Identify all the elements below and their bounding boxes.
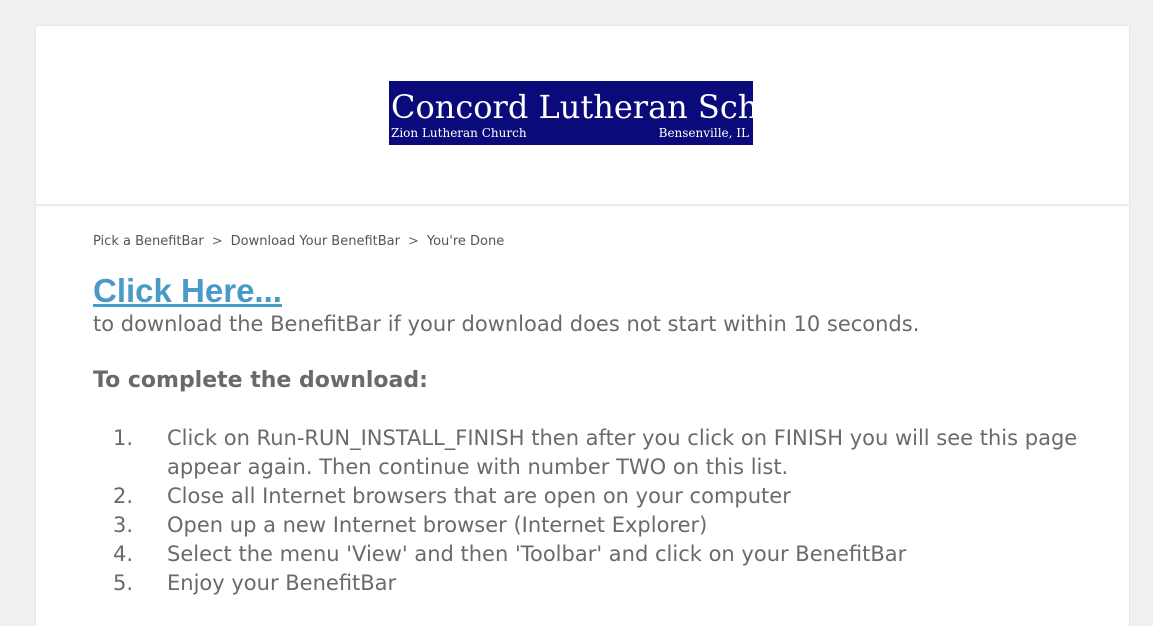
list-item: 2. Close all Internet browsers that are o… bbox=[93, 482, 1097, 511]
breadcrumb-step-pick: Pick a BenefitBar bbox=[93, 234, 204, 249]
step-number: 1. bbox=[113, 426, 134, 450]
logo-title: Concord Lutheran School bbox=[391, 88, 753, 126]
step-text: Select the menu 'View' and then 'Toolbar… bbox=[167, 542, 907, 566]
list-item: 1. Click on Run-RUN_INSTALL_FINISH then a… bbox=[93, 424, 1097, 482]
step-number: 4. bbox=[113, 542, 134, 566]
list-item: 5. Enjoy your BenefitBar bbox=[93, 569, 1097, 598]
logo-subtitle-right: Bensenville, IL bbox=[658, 126, 749, 140]
header: Concord Lutheran School Zion Lutheran Ch… bbox=[36, 26, 1129, 206]
content: Pick a BenefitBar > Download Your BenefitB… bbox=[93, 232, 1109, 598]
step-text: Close all Internet browsers that are ope… bbox=[167, 484, 791, 508]
breadcrumb-step-download: Download Your BenefitBar bbox=[230, 234, 400, 249]
logo-subtitle-left: Zion Lutheran Church bbox=[391, 126, 527, 140]
breadcrumb-separator: > bbox=[211, 234, 223, 249]
main-card: Concord Lutheran School Zion Lutheran Ch… bbox=[36, 26, 1129, 626]
step-text: Click on Run-RUN_INSTALL_FINISH then aft… bbox=[167, 426, 1078, 479]
instructions-title: To complete the download: bbox=[93, 368, 428, 393]
step-number: 3. bbox=[113, 513, 134, 537]
breadcrumb-step-done: You're Done bbox=[426, 234, 505, 249]
list-item: 4. Select the menu 'View' and then 'Toolb… bbox=[93, 540, 1097, 569]
download-description: to download the BenefitBar if your downl… bbox=[93, 312, 920, 336]
school-logo: Concord Lutheran School Zion Lutheran Ch… bbox=[389, 81, 753, 145]
step-text: Open up a new Internet browser (Internet… bbox=[167, 513, 708, 537]
step-number: 2. bbox=[113, 484, 134, 508]
breadcrumb-separator: > bbox=[407, 234, 419, 249]
step-text: Enjoy your BenefitBar bbox=[167, 571, 397, 595]
step-number: 5. bbox=[113, 571, 134, 595]
instructions-list: 1. Click on Run-RUN_INSTALL_FINISH then a… bbox=[93, 424, 1109, 598]
download-link[interactable]: Click Here... bbox=[93, 272, 282, 310]
list-item: 3. Open up a new Internet browser (Intern… bbox=[93, 511, 1097, 540]
breadcrumb: Pick a BenefitBar > Download Your BenefitB… bbox=[93, 232, 1109, 252]
